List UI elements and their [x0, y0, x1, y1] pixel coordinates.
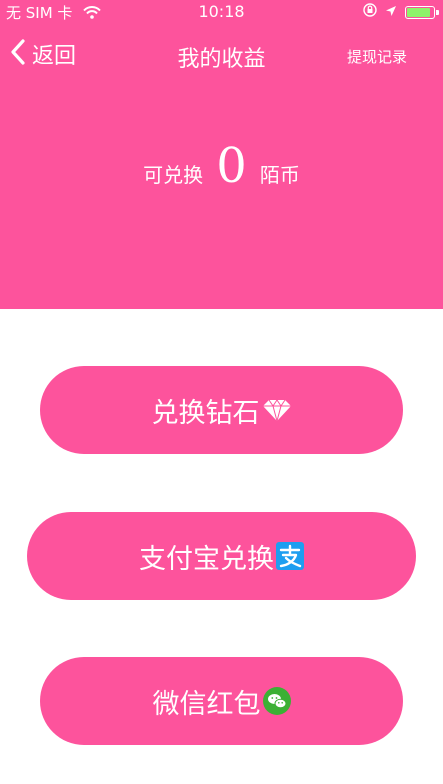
- header-banner: 无 SIM 卡 10:18 返回 我的收益 提现记录 可兑换 0 陌币: [0, 0, 443, 309]
- alipay-icon: [276, 542, 304, 570]
- balance-display: 可兑换 0 陌币: [0, 138, 443, 194]
- exchange-diamond-button[interactable]: 兑换钻石: [40, 366, 403, 454]
- diamond-icon: [262, 398, 292, 422]
- navigation-bar: 返回 我的收益 提现记录: [0, 30, 443, 80]
- battery-level: [407, 7, 431, 17]
- withdraw-history-link[interactable]: 提现记录: [347, 46, 407, 67]
- back-button[interactable]: 返回: [10, 38, 76, 70]
- location-icon: [385, 3, 397, 21]
- balance-unit: 陌币: [259, 163, 300, 187]
- alipay-exchange-button[interactable]: 支付宝兑换: [27, 512, 416, 600]
- battery-icon: [405, 5, 439, 19]
- chevron-left-icon: [10, 38, 26, 70]
- wechat-red-packet-label: 微信红包: [152, 688, 261, 720]
- alipay-exchange-label: 支付宝兑换: [139, 543, 274, 575]
- exchange-diamond-label: 兑换钻石: [151, 397, 260, 429]
- balance-value: 0: [216, 138, 247, 194]
- balance-label: 可兑换: [143, 163, 204, 187]
- back-label: 返回: [32, 44, 77, 69]
- wechat-red-packet-button[interactable]: 微信红包: [40, 657, 403, 745]
- status-bar: 无 SIM 卡 10:18: [0, 0, 443, 22]
- orientation-lock-icon: [363, 3, 377, 21]
- wechat-icon: [262, 687, 291, 715]
